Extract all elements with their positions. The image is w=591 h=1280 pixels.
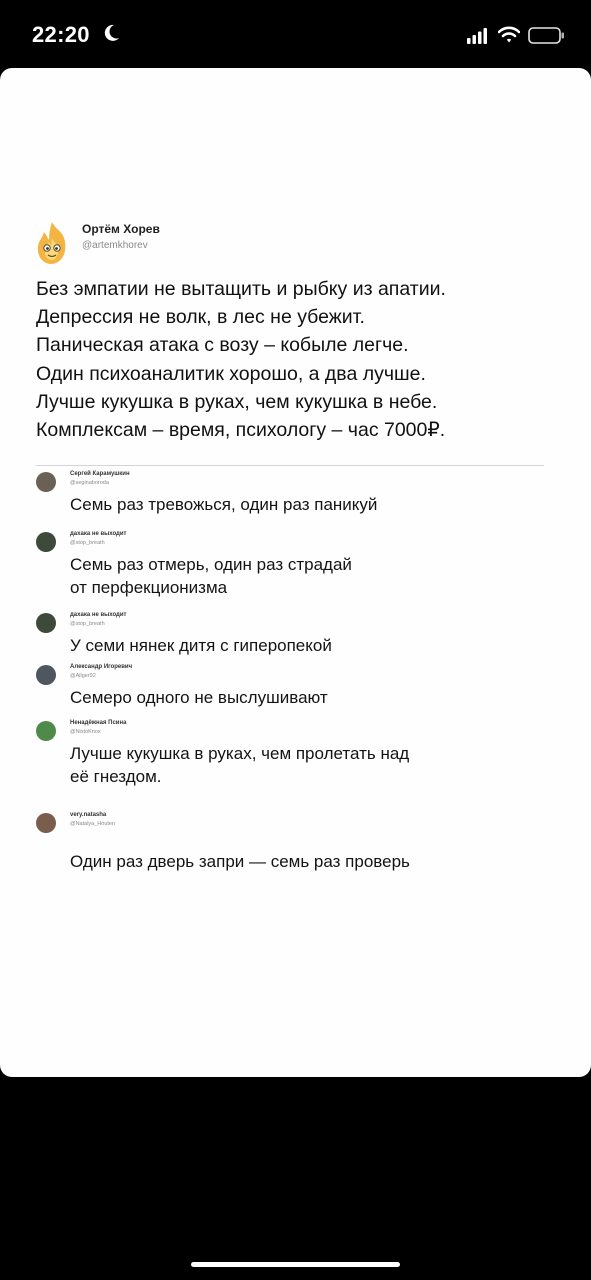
reply-text: У семи нянек дитя с гиперопекой — [70, 634, 550, 657]
reply-line: её гнездом. — [70, 767, 162, 786]
tweet-line: Депрессия не волк, в лес не убежит. — [36, 306, 365, 329]
reply-text: Один раз дверь запри — семь раз проверь — [70, 850, 550, 873]
reply-author-handle: @Allger92 — [70, 673, 96, 679]
reply-author-name: Сергей Карамушкин — [70, 471, 130, 477]
avatar — [36, 721, 56, 741]
reply-line: Семь раз отмерь, один раз страдай — [70, 555, 352, 574]
reply-author-handle: @seginaborodа — [70, 480, 109, 486]
tweet-line: Без эмпатии не вытащить и рыбку из апати… — [36, 278, 446, 300]
battery-icon — [528, 27, 564, 44]
post-image-card[interactable]: Ортём Хорев @artemkhorev Без эмпатии не … — [0, 68, 591, 1077]
reply-author-name: Ненадёжная Псина — [70, 720, 127, 726]
reply-line: У семи нянек дитя с гиперопекой — [70, 636, 332, 655]
reply-author-name: Александр Игоревич — [70, 664, 133, 670]
author-name: Ортём Хорев — [82, 222, 160, 236]
reply-text: Семь раз тревожься, один раз паникуй — [70, 493, 550, 516]
reply-text: Лучше кукушка в руках, чем пролетать над… — [70, 742, 550, 788]
divider — [36, 465, 544, 466]
reply-author-name: дахака не выходит — [70, 612, 127, 618]
reply-author-handle: @stop_breath — [70, 621, 105, 627]
home-indicator[interactable] — [191, 1262, 400, 1267]
reply-text: Семеро одного не выслушивают — [70, 686, 550, 709]
reply-author-handle: @NistoKnox — [70, 729, 101, 735]
reply-author-name: дахака не выходит — [70, 531, 127, 537]
tweet-line: Лучше кукушка в руках, чем кукушка в неб… — [36, 390, 438, 413]
moon-icon — [104, 24, 119, 41]
avatar — [36, 472, 56, 492]
wifi-icon — [498, 26, 520, 43]
reply-author-handle: @Natalya_Houten — [70, 821, 116, 827]
avatar — [36, 613, 56, 633]
status-bar: 22:20 — [0, 0, 591, 68]
avatar — [36, 813, 56, 833]
tweet-screenshot: Ортём Хорев @artemkhorev Без эмпатии не … — [0, 68, 591, 1077]
tweet-line: Комплексам – время, психологу – час 7000… — [36, 419, 446, 442]
cellular-signal-icon — [467, 28, 487, 44]
avatar — [36, 665, 56, 685]
avatar — [36, 532, 56, 552]
reply-author-handle: @stop_breath — [70, 540, 105, 546]
reply-line: Лучше кукушка в руках, чем пролетать над — [70, 744, 410, 763]
reply-line: Семеро одного не выслушивают — [70, 688, 328, 707]
author-handle: @artemkhorev — [82, 240, 148, 251]
tweet-line: Паническая атака с возу – кобыле легче. — [36, 334, 409, 357]
reply-line: Семь раз тревожься, один раз паникуй — [70, 495, 378, 514]
reply-text: Семь раз отмерь, один раз страдай от пер… — [70, 553, 550, 599]
flame-avatar-icon — [37, 222, 66, 264]
reply-author-name: very.natasha — [70, 812, 107, 818]
status-time: 22:20 — [32, 22, 90, 47]
reply-line: Один раз дверь запри — семь раз проверь — [70, 852, 410, 871]
tweet-line: Один психоаналитик хорошо, а два лучше. — [36, 362, 426, 385]
reply-line: от перфекционизма — [70, 578, 228, 597]
tweet-text: Без эмпатии не вытащить и рыбку из апати… — [36, 275, 566, 444]
